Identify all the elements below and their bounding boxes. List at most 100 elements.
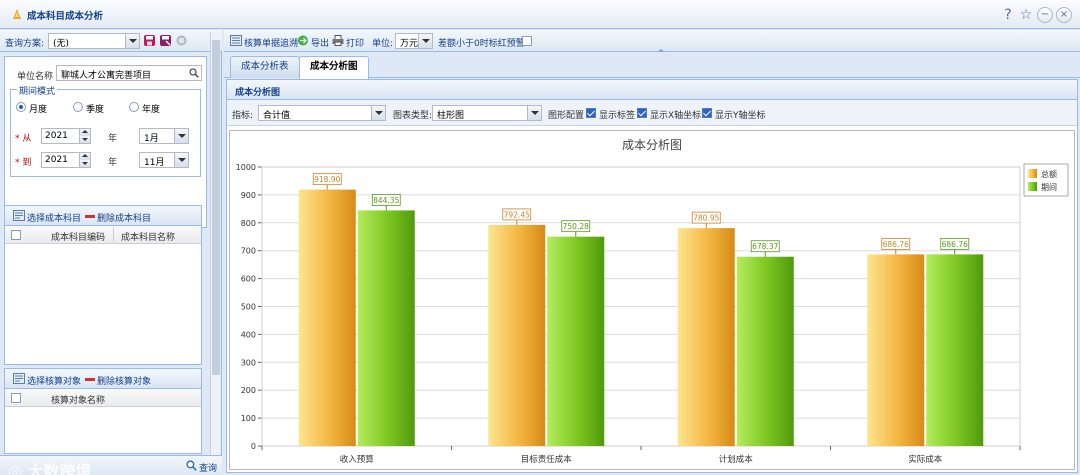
bar-period <box>357 210 415 446</box>
chevron-down-icon[interactable] <box>371 106 385 120</box>
delete-scheme-icon[interactable] <box>176 35 187 46</box>
from-year-spinner[interactable]: 2021 <box>41 128 91 144</box>
chevron-down-icon[interactable] <box>418 34 432 48</box>
chevron-down-icon[interactable] <box>174 129 188 143</box>
spin-down-icon[interactable] <box>79 136 90 143</box>
indicator-value: 合计值 <box>263 111 291 121</box>
tab-analysis-table[interactable]: 成本分析表 <box>230 56 300 78</box>
trace-button[interactable]: 核算单据追溯 <box>244 36 298 49</box>
y-tick-label: 600 <box>241 275 256 284</box>
chart-panel: 成本分析图 指标: 合计值 图表类型: 柱形图 图形配置 显示标签 显示X轴坐标… <box>226 79 1078 473</box>
close-button[interactable]: × <box>1056 7 1072 23</box>
y-tick-label: 100 <box>241 414 256 423</box>
y-tick-label: 500 <box>241 303 256 312</box>
radio-quarterly[interactable] <box>73 102 83 112</box>
minus-icon[interactable] <box>85 378 95 381</box>
radio-monthly[interactable] <box>16 102 26 112</box>
legend-swatch <box>1028 169 1037 178</box>
trace-icon[interactable] <box>230 35 242 46</box>
radio-monthly-label: 月度 <box>29 105 48 115</box>
show-labels-label: 显示标签 <box>599 111 636 121</box>
data-label: 844.35 <box>373 196 399 205</box>
from-year-unit: 年 <box>108 134 118 144</box>
cost-subject-header: 成本科目编码 成本科目名称 <box>5 226 201 244</box>
radio-quarterly-label: 季度 <box>86 105 105 115</box>
from-month-select[interactable]: 1月 <box>139 128 189 144</box>
chart-type-value: 柱形图 <box>437 111 465 121</box>
print-icon[interactable] <box>332 35 344 46</box>
favorite-star-icon[interactable]: ☆ <box>1018 7 1034 23</box>
data-label: 780.95 <box>693 214 719 223</box>
y-tick-label: 0 <box>251 442 256 451</box>
query-scheme-select[interactable]: (无) <box>48 33 140 49</box>
y-tick-label: 800 <box>241 219 256 228</box>
minus-icon[interactable] <box>85 215 95 218</box>
delete-cost-subject-button[interactable]: 删除成本科目 <box>97 211 151 224</box>
data-label: 918.90 <box>314 175 340 184</box>
chart-options-toolbar: 指标: 合计值 图表类型: 柱形图 图形配置 显示标签 显示X轴坐标 显示Y轴坐… <box>227 100 1077 126</box>
help-icon[interactable]: ? <box>1000 7 1016 23</box>
chart-type-select[interactable]: 柱形图 <box>432 105 542 121</box>
select-list-icon[interactable] <box>13 210 25 221</box>
bar-period <box>736 256 794 446</box>
column-object-name[interactable]: 核算对象名称 <box>51 393 105 406</box>
y-tick-label: 1000 <box>236 163 256 172</box>
x-tick-label: 收入预算 <box>340 454 375 465</box>
right-content: 核算单据追溯 导出 打印 单位: 万元 差额小于0时标红预警 成本分析表 成本分… <box>224 30 1080 475</box>
accounting-object-toolbar: 选择核算对象 删除核算对象 <box>5 369 201 389</box>
save-icon[interactable] <box>144 35 155 46</box>
warn-checkbox[interactable] <box>522 36 532 46</box>
main-toolbar: 核算单据追溯 导出 打印 单位: 万元 差额小于0时标红预警 <box>224 30 1080 52</box>
chevron-down-icon[interactable] <box>527 106 541 120</box>
spin-up-icon[interactable] <box>79 153 90 160</box>
show-y-axis-checkbox[interactable] <box>702 108 712 118</box>
y-tick-label: 400 <box>241 330 256 339</box>
left-scrollbar[interactable] <box>210 32 220 457</box>
to-year-spinner[interactable]: 2021 <box>41 152 91 168</box>
show-labels-checkbox[interactable] <box>586 108 596 118</box>
x-tick-label: 计划成本 <box>719 454 754 465</box>
chevron-down-icon[interactable] <box>174 153 188 167</box>
print-button[interactable]: 打印 <box>346 36 364 49</box>
watermark-logo: ◎ 大数跨境 <box>8 458 92 475</box>
radio-yearly[interactable] <box>129 102 139 112</box>
period-mode-label: 期间模式 <box>17 84 58 97</box>
to-month-select[interactable]: 11月 <box>139 152 189 168</box>
search-icon[interactable] <box>189 68 199 78</box>
to-month-value: 11月 <box>144 158 165 168</box>
warn-label: 差额小于0时标红预警 <box>438 39 525 49</box>
select-cost-subject-button[interactable]: 选择成本科目 <box>27 211 81 224</box>
minimize-button[interactable]: − <box>1037 7 1053 23</box>
spin-down-icon[interactable] <box>79 160 90 167</box>
spin-up-icon[interactable] <box>79 129 90 136</box>
query-scheme-label: 查询方案: <box>5 39 45 49</box>
show-x-axis-checkbox[interactable] <box>637 108 647 118</box>
column-subject-name[interactable]: 成本科目名称 <box>121 230 175 243</box>
show-y-axis-label: 显示Y轴坐标 <box>715 111 766 121</box>
query-icon[interactable] <box>186 460 197 471</box>
scrollbar-thumb[interactable] <box>212 40 220 375</box>
from-label: * 从 <box>15 134 32 144</box>
chevron-down-icon[interactable] <box>125 34 139 48</box>
unit-name-field[interactable]: 聊城人才公寓完善项目 <box>56 65 202 81</box>
tab-analysis-chart[interactable]: 成本分析图 <box>299 56 369 79</box>
unit-select[interactable]: 万元 <box>395 33 433 49</box>
bar-total <box>488 224 546 446</box>
delete-accounting-object-button[interactable]: 删除核算对象 <box>97 374 151 387</box>
bar-period <box>926 254 984 446</box>
select-list-icon[interactable] <box>13 373 25 384</box>
query-button[interactable]: 查询 <box>199 461 217 474</box>
y-tick-label: 700 <box>241 247 256 256</box>
select-all-checkbox[interactable] <box>11 230 21 240</box>
export-button[interactable]: 导出 <box>311 36 329 49</box>
indicator-select[interactable]: 合计值 <box>258 105 386 121</box>
export-icon[interactable] <box>297 35 309 46</box>
save-as-icon[interactable] <box>160 35 171 46</box>
select-accounting-object-button[interactable]: 选择核算对象 <box>27 374 81 387</box>
chart-title: 成本分析图 <box>622 138 682 152</box>
column-subject-code[interactable]: 成本科目编码 <box>51 230 105 243</box>
query-scheme-bar: 查询方案: (无) <box>0 30 222 52</box>
select-all-checkbox[interactable] <box>11 393 21 403</box>
window-title-bar: 成本科目成本分析 ? ☆ − × <box>0 0 1080 29</box>
radio-yearly-label: 年度 <box>142 105 161 115</box>
